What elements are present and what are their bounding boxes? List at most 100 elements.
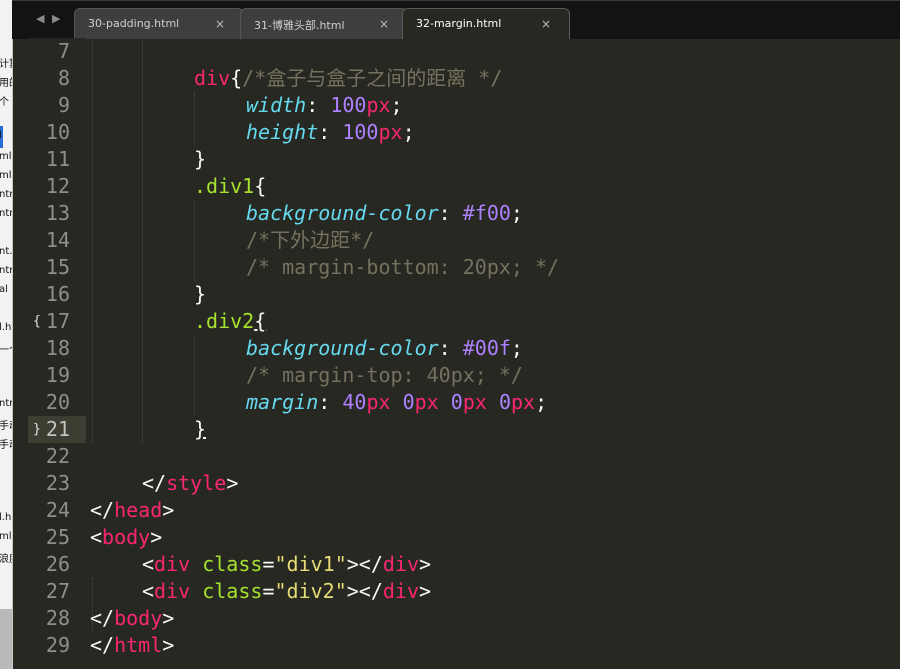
code-punctuation: </ — [142, 471, 167, 495]
tab-31-boya-header[interactable]: 31-博雅头部.html × — [240, 8, 408, 39]
code-comment: /* margin-bottom: 20px; */ — [246, 255, 560, 279]
code-editor[interactable]: /*盒子与盒子之间的距离 */ div{ width: 100px; heigh… — [86, 38, 900, 669]
close-tab-icon[interactable]: × — [541, 17, 551, 31]
code-value: #00f — [462, 336, 511, 360]
code-tag: div — [382, 552, 419, 576]
line-number: 10 — [45, 120, 70, 144]
background-text-fragment: 用的 — [0, 78, 12, 89]
fold-marker-icon[interactable]: } — [33, 416, 41, 443]
line-number: 11 — [45, 147, 70, 171]
line-number: 27 — [45, 579, 70, 603]
code-line: background-color: #00f; — [246, 335, 523, 362]
fold-marker-icon[interactable]: { — [33, 308, 41, 335]
background-text-fragment: ntr — [0, 398, 13, 409]
indent-guide — [194, 200, 195, 281]
background-text-fragment: 一个 — [0, 345, 12, 356]
line-number: 12 — [45, 174, 70, 198]
code-value: #f00 — [462, 201, 511, 225]
code-line: background-color: #f00; — [246, 200, 523, 227]
tab-32-margin[interactable]: 32-margin.html × — [402, 8, 570, 39]
code-tag: div — [154, 552, 191, 576]
background-text-fragment: ml — [0, 531, 12, 542]
code-punctuation: : — [438, 201, 463, 225]
code-line: } — [194, 146, 206, 173]
code-string: "div2" — [274, 579, 347, 603]
background-text-fragment: 手动 — [0, 421, 12, 432]
code-line: </head> — [90, 497, 174, 524]
code-punctuation: : — [318, 390, 343, 414]
code-property: height — [246, 120, 319, 144]
line-number: 20 — [45, 390, 70, 414]
code-unit: px — [366, 390, 391, 414]
line-number: 18 — [45, 336, 70, 360]
line-number: 7 — [57, 39, 70, 63]
code-line: </style> — [142, 470, 238, 497]
code-punctuation: ; — [402, 120, 415, 144]
tab-scroll-left-icon[interactable]: ◀ — [36, 12, 44, 25]
code-punctuation: ; — [510, 201, 523, 225]
background-text-fragment: 手动 — [0, 440, 12, 451]
code-selector: .div1 — [194, 174, 255, 198]
line-number: 24 — [45, 498, 70, 522]
code-tag: div — [382, 579, 419, 603]
line-number: 14 — [45, 228, 70, 252]
code-punctuation: </ — [90, 633, 115, 657]
code-punctuation: ; — [390, 93, 403, 117]
code-line: } — [194, 281, 206, 308]
code-line: div{ — [194, 65, 242, 92]
code-comment: /* margin-top: 40px; */ — [246, 363, 523, 387]
tab-label: 32-margin.html — [416, 17, 502, 30]
background-text-fragment: l — [0, 130, 2, 141]
tab-30-padding[interactable]: 30-padding.html × — [74, 8, 244, 39]
code-selector: div — [194, 66, 231, 90]
indent-guide — [194, 335, 195, 416]
code-punctuation: > — [162, 498, 175, 522]
code-line: width: 100px; — [246, 92, 403, 119]
background-window-edge: 计算 用的 个 l ml ml ntr ntr nt. ntr al l.ht … — [0, 0, 13, 669]
code-unit: px — [511, 390, 536, 414]
code-brace: { — [254, 174, 267, 198]
tab-scroll-right-icon[interactable]: ▶ — [52, 12, 60, 25]
code-selector: .div2 — [194, 309, 255, 333]
code-punctuation: = — [262, 552, 275, 576]
code-tag: head — [114, 498, 163, 522]
line-number: 16 — [45, 282, 70, 306]
code-number: 40 — [342, 390, 367, 414]
background-text-fragment: ntr — [0, 208, 13, 219]
code-attribute: class — [202, 552, 263, 576]
code-punctuation: ></ — [346, 579, 383, 603]
code-unit: px — [414, 390, 439, 414]
line-number: 29 — [45, 633, 70, 657]
code-punctuation: : — [438, 336, 463, 360]
code-property: background-color — [246, 336, 439, 360]
code-punctuation: > — [162, 633, 175, 657]
background-text-fragment: l.ht — [0, 322, 12, 333]
code-line: /* margin-bottom: 20px; */ — [246, 254, 559, 281]
code-property: width — [246, 93, 307, 117]
code-line: </body> — [90, 605, 174, 632]
close-tab-icon[interactable]: × — [215, 17, 225, 31]
code-line: </html> — [90, 632, 174, 659]
code-string: "div1" — [274, 552, 347, 576]
code-comment: /*盒子与盒子之间的距离 */ — [242, 66, 503, 90]
code-line: <div class="div1"></div> — [142, 551, 431, 578]
code-number: 100 — [330, 93, 367, 117]
code-number: 100 — [342, 120, 379, 144]
code-punctuation: ></ — [346, 552, 383, 576]
line-number: 23 — [45, 471, 70, 495]
line-number-gutter[interactable]: 7 8 9 10 11 12 13 14 15 16 17 18 19 20 2… — [28, 38, 86, 669]
code-punctuation: < — [142, 579, 155, 603]
tab-label: 31-博雅头部.html — [254, 19, 345, 32]
indent-guide — [92, 38, 93, 443]
code-brace: { — [230, 66, 243, 90]
code-punctuation: : — [306, 93, 331, 117]
code-punctuation: </ — [90, 498, 115, 522]
code-punctuation: ; — [535, 390, 548, 414]
code-punctuation: = — [262, 579, 275, 603]
close-tab-icon[interactable]: × — [379, 17, 389, 31]
background-text-fragment: ml — [0, 170, 12, 181]
code-punctuation: </ — [90, 606, 115, 630]
background-scrollbar[interactable] — [0, 609, 12, 669]
background-text-fragment: al — [0, 284, 8, 295]
code-tag: body — [114, 606, 163, 630]
